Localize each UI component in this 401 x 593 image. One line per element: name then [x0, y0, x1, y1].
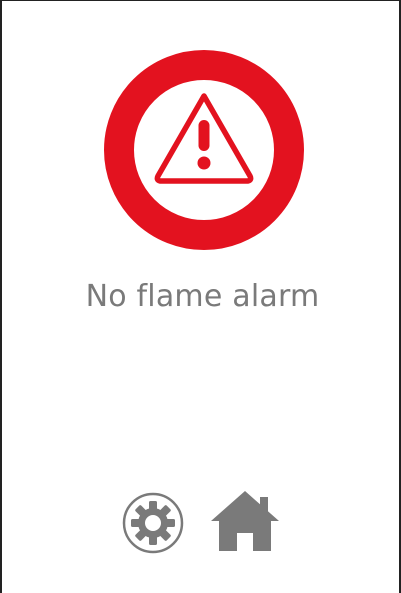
gear-icon	[122, 492, 184, 554]
bottom-navigation	[2, 489, 401, 555]
alarm-indicator	[103, 49, 305, 251]
warning-icon	[104, 50, 304, 250]
alarm-message: No flame alarm	[85, 279, 320, 314]
home-icon	[211, 491, 279, 551]
alarm-screen: No flame alarm	[0, 0, 401, 593]
home-button[interactable]	[210, 489, 280, 553]
settings-button[interactable]	[122, 492, 184, 554]
